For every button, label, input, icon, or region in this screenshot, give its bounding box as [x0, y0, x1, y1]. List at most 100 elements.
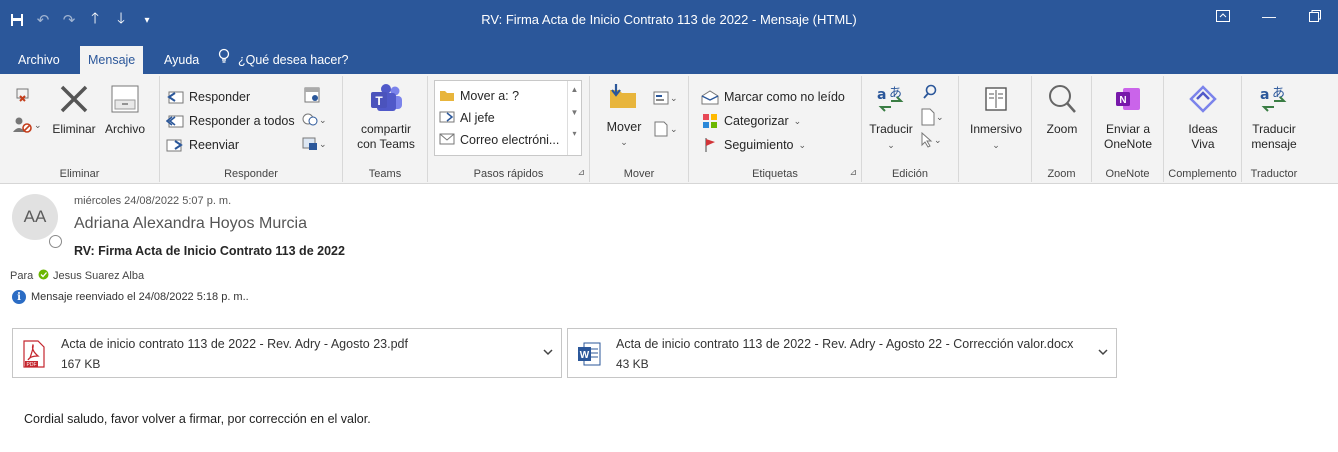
archive-button[interactable]: Archivo	[100, 80, 150, 137]
group-label-eliminar: Eliminar	[59, 168, 100, 180]
group-label-edicion: Edición	[891, 168, 929, 180]
group-label-etiquetas: Etiquetas	[752, 168, 798, 180]
share-to-teams-button[interactable]: T compartir con Teams	[347, 80, 425, 152]
send-to-onenote-button[interactable]: N Enviar a OneNote	[1096, 80, 1160, 152]
forward-envelope-icon	[439, 110, 455, 127]
translate-msg-line1: Traducir	[1252, 122, 1296, 136]
forward-button[interactable]: Reenviar	[166, 134, 239, 156]
quick-step-al-jefe[interactable]: Al jefe	[439, 107, 567, 129]
immersive-reader-icon	[977, 80, 1015, 118]
group-edicion: aあ Traducir ⌄ ⌄ ⌄ Edición	[862, 76, 959, 182]
related-icon[interactable]: ⌄	[920, 108, 944, 126]
translate-button[interactable]: aあ Traducir ⌄	[866, 80, 916, 153]
meeting-icon[interactable]	[303, 86, 321, 107]
archive-icon	[106, 80, 144, 118]
sender-name[interactable]: Adriana Alexandra Hoyos Murcia	[74, 215, 307, 233]
select-cursor-icon[interactable]: ⌄	[920, 132, 942, 148]
magnifier-icon	[1043, 80, 1081, 118]
minimize-icon[interactable]: —	[1246, 0, 1292, 32]
group-eliminar: ⌄ Eliminar Archivo Eliminar	[0, 76, 160, 182]
zoom-button[interactable]: Zoom	[1036, 80, 1088, 137]
move-folder-icon[interactable]	[608, 84, 638, 113]
chevron-down-icon[interactable]	[1098, 347, 1108, 359]
attachment-name: Acta de inicio contrato 113 de 2022 - Re…	[61, 337, 408, 351]
forward-info-bar: i Mensaje reenviado el 24/08/2022 5:18 p…	[12, 290, 249, 304]
group-label-zoom: Zoom	[1047, 168, 1076, 180]
quick-step-move-to[interactable]: Mover a: ?	[439, 85, 567, 107]
quick-step-email[interactable]: Correo electróni...	[439, 129, 567, 151]
mark-unread-button[interactable]: Marcar como no leído	[701, 86, 845, 108]
immersive-reader-button[interactable]: Inmersivo ⌄	[965, 80, 1027, 153]
group-inmersivo: Inmersivo ⌄	[959, 76, 1032, 182]
attachment-size: 43 KB	[616, 357, 649, 371]
attachment-docx[interactable]: W Acta de inicio contrato 113 de 2022 - …	[567, 328, 1117, 378]
group-label-quick-steps: Pasos rápidos	[473, 168, 544, 180]
teams-icon: T	[367, 80, 405, 118]
group-zoom: Zoom Zoom	[1032, 76, 1092, 182]
svg-text:a: a	[877, 87, 886, 103]
message-subject: RV: Firma Acta de Inicio Contrato 113 de…	[74, 244, 345, 258]
rules-icon[interactable]: ⌄	[652, 90, 678, 106]
chevron-down-icon[interactable]	[543, 347, 553, 359]
forward-icon	[166, 136, 184, 154]
reply-button[interactable]: Responder	[166, 86, 250, 108]
actions-icon[interactable]: ⌄	[652, 120, 678, 138]
tell-me-search[interactable]: ¿Qué desea hacer?	[218, 46, 349, 74]
flag-icon	[701, 136, 719, 154]
viva-insights-icon	[1184, 80, 1222, 118]
attachment-size: 167 KB	[61, 357, 101, 371]
svg-text:W: W	[580, 350, 590, 361]
group-etiquetas: Marcar como no leído Categorizar ⌄ Seguim…	[689, 76, 862, 182]
scroll-up-icon[interactable]: ▲	[568, 85, 581, 94]
tab-mensaje[interactable]: Mensaje	[80, 46, 144, 74]
find-icon[interactable]	[922, 84, 938, 103]
attachment-pdf[interactable]: PDF Acta de inicio contrato 113 de 2022 …	[12, 328, 562, 378]
tab-ayuda[interactable]: Ayuda	[156, 46, 207, 74]
translate-message-button[interactable]: aあ Traducir mensaje	[1244, 80, 1304, 152]
recipient[interactable]: Jesus Suarez Alba	[38, 269, 144, 283]
window-title: RV: Firma Acta de Inicio Contrato 113 de…	[481, 12, 857, 27]
categorize-button[interactable]: Categorizar ⌄	[701, 110, 801, 132]
reply-all-label: Responder a todos	[189, 114, 295, 128]
share-teams-line1: compartir	[360, 122, 411, 136]
quick-steps-launcher-icon[interactable]: ⊿	[577, 167, 585, 178]
envelope-unread-icon	[701, 88, 719, 106]
quick-steps-gallery: Mover a: ? Al jefe Correo electróni... ▲…	[434, 80, 582, 156]
ribbon-display-icon[interactable]	[1200, 0, 1246, 32]
onenote-icon: N	[1109, 80, 1147, 118]
archive-label: Archivo	[104, 122, 145, 136]
delete-button[interactable]: Eliminar	[52, 80, 96, 137]
etiquetas-launcher-icon[interactable]: ⊿	[849, 167, 857, 178]
im-reply-icon[interactable]: ⌄	[301, 136, 327, 152]
viva-line2: Viva	[1191, 137, 1215, 151]
ribbon-tabs: Archivo Mensaje Ayuda ¿Qué desea hacer?	[0, 46, 1338, 74]
share-teams-line2: con Teams	[357, 137, 415, 151]
ignore-icon[interactable]	[14, 86, 32, 107]
presence-available-icon	[38, 269, 49, 283]
avatar[interactable]: AA	[12, 194, 58, 240]
onenote-line2: OneNote	[1103, 137, 1153, 151]
restore-icon[interactable]	[1292, 0, 1338, 32]
reply-all-button[interactable]: Responder a todos	[166, 110, 295, 132]
reply-all-icon	[166, 112, 184, 130]
quick-step-label: Correo electróni...	[460, 133, 560, 147]
junk-icon[interactable]: ⌄	[12, 116, 42, 134]
translate-icon: aあ	[872, 80, 910, 118]
tell-me-label: ¿Qué desea hacer?	[238, 53, 349, 67]
tab-archivo[interactable]: Archivo	[10, 46, 68, 74]
quick-steps-scrollbar[interactable]: ▲ ▼ ▾	[567, 81, 581, 155]
gallery-expand-icon[interactable]: ▾	[568, 129, 581, 138]
svg-text:PDF: PDF	[27, 362, 37, 368]
delete-x-icon	[55, 80, 93, 118]
viva-insights-button[interactable]: Ideas Viva	[1170, 80, 1236, 152]
word-file-icon: W	[576, 340, 602, 368]
forward-label: Reenviar	[189, 138, 240, 152]
message-body: Cordial saludo, favor volver a firmar, p…	[24, 412, 371, 426]
svg-text:T: T	[375, 94, 383, 108]
group-mover: Mover ⌄ ⌄ ⌄ Mover	[590, 76, 689, 182]
more-respond-icon[interactable]: ⌄	[301, 112, 327, 128]
group-label-onenote: OneNote	[1105, 168, 1150, 180]
scroll-down-icon[interactable]: ▼	[568, 108, 581, 117]
follow-up-button[interactable]: Seguimiento ⌄	[701, 134, 806, 156]
move-button[interactable]: Mover ⌄	[604, 120, 644, 148]
